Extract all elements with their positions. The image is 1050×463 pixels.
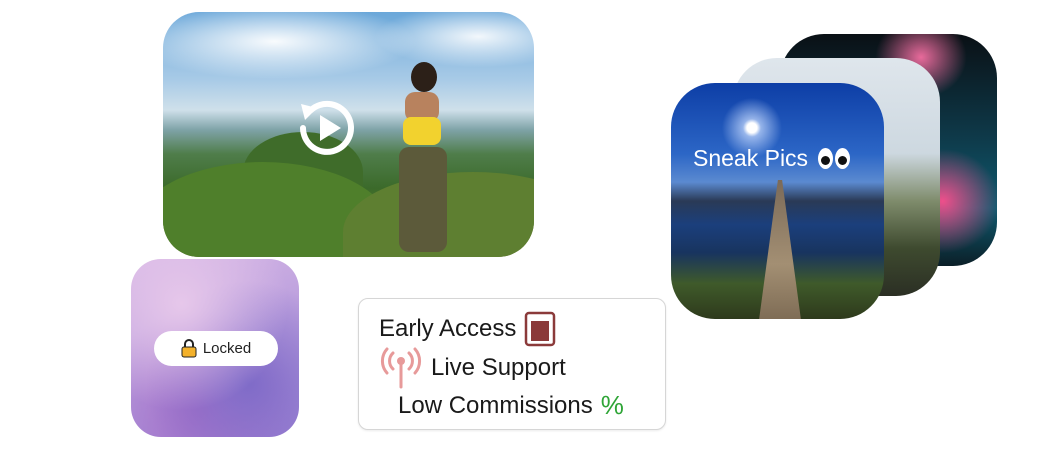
locked-badge: Locked	[154, 331, 278, 366]
feature-live-support: Live Support	[379, 347, 566, 389]
features-list: Early Access Live Support Low Commission…	[358, 298, 666, 430]
photographer-figure	[393, 62, 453, 252]
video-preview-card[interactable]	[163, 12, 534, 257]
sneak-pics-label: Sneak Pics	[693, 145, 809, 171]
lock-icon	[181, 339, 197, 358]
locked-content-card[interactable]: Locked	[131, 259, 299, 437]
eyes-icon	[818, 148, 851, 169]
book-icon	[525, 311, 556, 347]
feature-early-access: Early Access	[379, 311, 556, 347]
feature-label: Low Commissions	[398, 391, 593, 419]
locked-label: Locked	[202, 340, 252, 357]
sneak-pics-title: Sneak Pics	[693, 145, 851, 172]
pier-graphic	[759, 180, 801, 319]
replay-play-icon[interactable]	[289, 90, 365, 166]
broadcast-icon	[380, 347, 422, 389]
sneak-pics-card[interactable]: Sneak Pics	[671, 83, 884, 319]
percent-icon: %	[600, 390, 624, 420]
feature-low-commissions: Low Commissions %	[398, 390, 624, 421]
feature-label: Live Support	[431, 354, 566, 381]
feature-label: Early Access	[379, 315, 517, 342]
